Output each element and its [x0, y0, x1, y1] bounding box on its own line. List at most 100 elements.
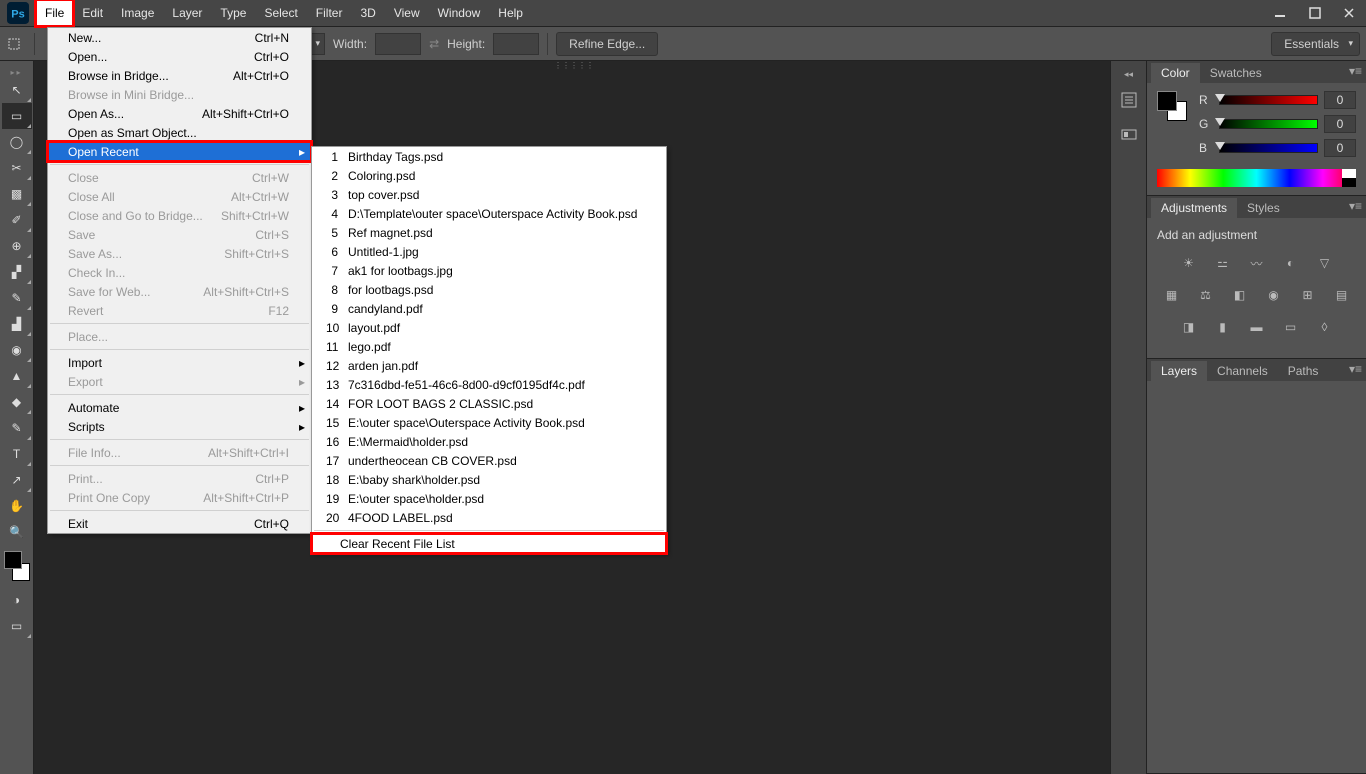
photo-filter-icon[interactable]: ◉: [1263, 284, 1285, 306]
maximize-button[interactable]: [1300, 3, 1330, 23]
selective-icon[interactable]: ◊: [1314, 316, 1336, 338]
recent-file-item[interactable]: 19E:\outer space\holder.psd: [312, 489, 666, 508]
tab-adjustments[interactable]: Adjustments: [1151, 198, 1237, 218]
move-tool[interactable]: ↖: [2, 77, 32, 103]
recent-file-item[interactable]: 8for lootbags.psd: [312, 280, 666, 299]
panel-menu-icon[interactable]: ▾≡: [1349, 64, 1362, 78]
history-brush-tool[interactable]: ▟: [2, 311, 32, 337]
stamp-tool[interactable]: ✎: [2, 285, 32, 311]
recent-file-item[interactable]: 14FOR LOOT BAGS 2 CLASSIC.psd: [312, 394, 666, 413]
blur-tool[interactable]: ◆: [2, 389, 32, 415]
history-dock-icon[interactable]: [1114, 85, 1144, 115]
marquee-tool[interactable]: ▭: [2, 103, 32, 129]
menu-item-open[interactable]: Open...Ctrl+O: [48, 47, 311, 66]
color-swatch-tool[interactable]: [2, 549, 32, 583]
gradient-tool[interactable]: ▲: [2, 363, 32, 389]
heal-tool[interactable]: ⊕: [2, 233, 32, 259]
menu-item-print[interactable]: Print...Ctrl+P: [48, 469, 311, 488]
panel-menu-icon[interactable]: ▾≡: [1349, 199, 1362, 213]
menu-item-place[interactable]: Place...: [48, 327, 311, 346]
menu-item-save-as[interactable]: Save As...Shift+Ctrl+S: [48, 244, 311, 263]
brush-tool[interactable]: ▞: [2, 259, 32, 285]
tab-swatches[interactable]: Swatches: [1200, 63, 1272, 83]
recent-file-item[interactable]: 16E:\Mermaid\holder.psd: [312, 432, 666, 451]
exposure-icon[interactable]: ◐: [1280, 252, 1302, 274]
menu-item-close-all[interactable]: Close AllAlt+Ctrl+W: [48, 187, 311, 206]
tool-preset-icon[interactable]: [6, 34, 26, 54]
recent-file-item[interactable]: 12arden jan.pdf: [312, 356, 666, 375]
menu-select[interactable]: Select: [255, 0, 306, 26]
eyedropper-tool[interactable]: ✐: [2, 207, 32, 233]
menu-item-save-for-web[interactable]: Save for Web...Alt+Shift+Ctrl+S: [48, 282, 311, 301]
posterize-icon[interactable]: ▮: [1212, 316, 1234, 338]
tab-channels[interactable]: Channels: [1207, 361, 1278, 381]
zoom-tool[interactable]: 🔍: [2, 519, 32, 545]
r-value[interactable]: 0: [1324, 91, 1356, 109]
workspace-switcher[interactable]: Essentials: [1271, 32, 1360, 56]
balance-icon[interactable]: ⚖: [1195, 284, 1217, 306]
levels-icon[interactable]: ⚍: [1212, 252, 1234, 274]
close-button[interactable]: [1334, 3, 1364, 23]
threshold-icon[interactable]: ▬: [1246, 316, 1268, 338]
menu-item-close[interactable]: CloseCtrl+W: [48, 168, 311, 187]
hue-icon[interactable]: ▦: [1161, 284, 1183, 306]
path-tool[interactable]: ↗: [2, 467, 32, 493]
clear-recent-file-list[interactable]: Clear Recent File List: [312, 534, 666, 553]
eraser-tool[interactable]: ◉: [2, 337, 32, 363]
menu-item-import[interactable]: Import▸: [48, 353, 311, 372]
recent-file-item[interactable]: 3top cover.psd: [312, 185, 666, 204]
menu-item-file-info[interactable]: File Info...Alt+Shift+Ctrl+I: [48, 443, 311, 462]
screenmode-icon[interactable]: ▭: [2, 613, 32, 639]
menu-item-close-and-go-to-bridge[interactable]: Close and Go to Bridge...Shift+Ctrl+W: [48, 206, 311, 225]
height-input[interactable]: [493, 33, 539, 55]
menu-3d[interactable]: 3D: [351, 0, 384, 26]
width-input[interactable]: [375, 33, 421, 55]
menu-file[interactable]: File: [36, 0, 73, 26]
menu-item-save[interactable]: SaveCtrl+S: [48, 225, 311, 244]
curves-icon[interactable]: 〰: [1246, 252, 1268, 274]
recent-file-item[interactable]: 204FOOD LABEL.psd: [312, 508, 666, 527]
menu-item-automate[interactable]: Automate▸: [48, 398, 311, 417]
b-value[interactable]: 0: [1324, 139, 1356, 157]
recent-file-item[interactable]: 4D:\Template\outer space\Outerspace Acti…: [312, 204, 666, 223]
refine-edge-button[interactable]: Refine Edge...: [556, 32, 658, 56]
menu-type[interactable]: Type: [211, 0, 255, 26]
recent-file-item[interactable]: 18E:\baby shark\holder.psd: [312, 470, 666, 489]
recent-file-item[interactable]: 11lego.pdf: [312, 337, 666, 356]
mixer-icon[interactable]: ⊞: [1297, 284, 1319, 306]
crop-tool[interactable]: ✂: [2, 155, 32, 181]
menu-item-open-as[interactable]: Open As...Alt+Shift+Ctrl+O: [48, 104, 311, 123]
recent-file-item[interactable]: 7ak1 for lootbags.jpg: [312, 261, 666, 280]
menu-item-exit[interactable]: ExitCtrl+Q: [48, 514, 311, 533]
g-slider[interactable]: [1219, 119, 1318, 129]
recent-file-item[interactable]: 10layout.pdf: [312, 318, 666, 337]
brightness-icon[interactable]: ☀: [1178, 252, 1200, 274]
menu-item-revert[interactable]: RevertF12: [48, 301, 311, 320]
recent-file-item[interactable]: 2Coloring.psd: [312, 166, 666, 185]
bw-icon[interactable]: ◧: [1229, 284, 1251, 306]
quickmask-icon[interactable]: ◑: [2, 587, 32, 613]
recent-file-item[interactable]: 137c316dbd-fe51-46c6-8d00-d9cf0195df4c.p…: [312, 375, 666, 394]
menu-edit[interactable]: Edit: [73, 0, 112, 26]
vibrance-icon[interactable]: ▽: [1314, 252, 1336, 274]
menu-view[interactable]: View: [385, 0, 429, 26]
type-tool[interactable]: T: [2, 441, 32, 467]
menu-item-print-one-copy[interactable]: Print One CopyAlt+Shift+Ctrl+P: [48, 488, 311, 507]
recent-file-item[interactable]: 17undertheocean CB COVER.psd: [312, 451, 666, 470]
tab-paths[interactable]: Paths: [1278, 361, 1329, 381]
gradientmap-icon[interactable]: ▭: [1280, 316, 1302, 338]
dodge-tool[interactable]: ✎: [2, 415, 32, 441]
toolbox-grip[interactable]: ▸▸: [0, 67, 33, 77]
dock-collapse-icon[interactable]: ◂◂: [1111, 69, 1146, 81]
menu-item-check-in[interactable]: Check In...: [48, 263, 311, 282]
tab-color[interactable]: Color: [1151, 63, 1200, 83]
menu-item-export[interactable]: Export▸: [48, 372, 311, 391]
g-value[interactable]: 0: [1324, 115, 1356, 133]
lasso-tool[interactable]: ◯: [2, 129, 32, 155]
menu-item-open-as-smart-object[interactable]: Open as Smart Object...: [48, 123, 311, 142]
properties-dock-icon[interactable]: [1114, 119, 1144, 149]
hand-tool[interactable]: ✋: [2, 493, 32, 519]
tab-layers[interactable]: Layers: [1151, 361, 1207, 381]
menu-image[interactable]: Image: [112, 0, 163, 26]
menu-layer[interactable]: Layer: [163, 0, 211, 26]
